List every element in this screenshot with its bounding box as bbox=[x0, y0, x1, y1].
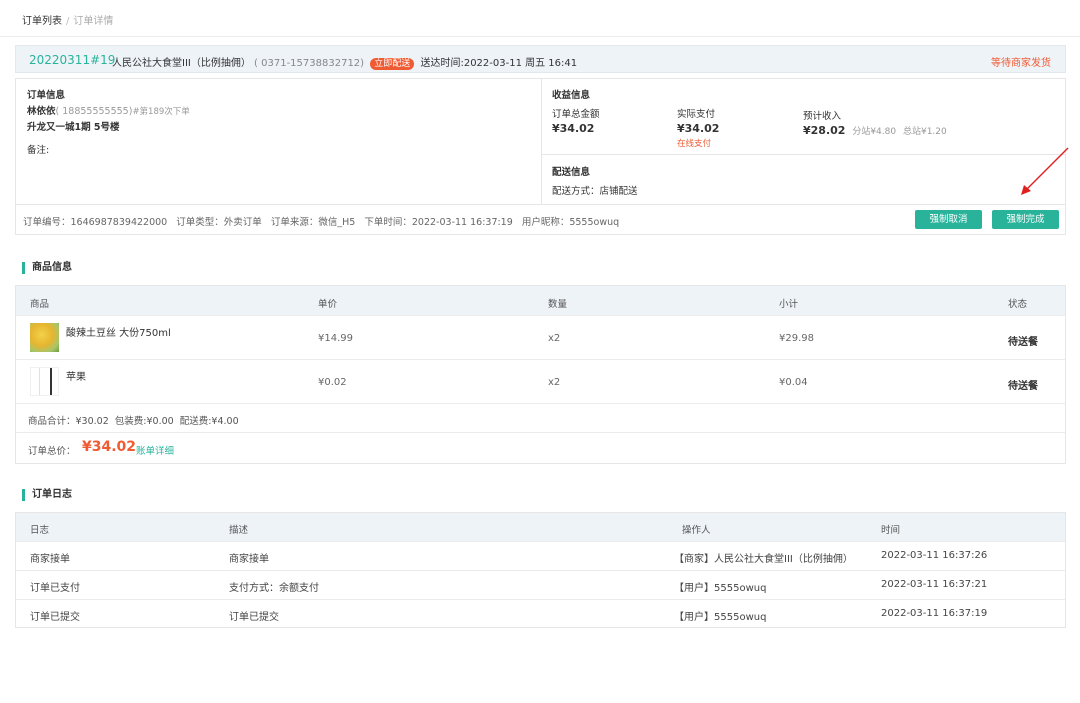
product-qty: x2 bbox=[548, 377, 561, 388]
breadcrumb-separator: / bbox=[66, 16, 70, 27]
log-time: 2022-03-11 16:37:26 bbox=[881, 550, 988, 561]
paid-method: 在线支付 bbox=[677, 139, 712, 149]
product-name: 酸辣土豆丝 大份750ml bbox=[66, 328, 171, 339]
order-source: 订单来源：微信_H5 bbox=[270, 217, 356, 228]
order-header: 20220311#19 人民公社大食堂III（比例抽佣） ( 0371-1573… bbox=[15, 45, 1066, 73]
goods-row: 酸辣土豆丝 大份750ml ¥14.99 x2 ¥29.98 待送餐 bbox=[16, 315, 1065, 359]
log-name: 订单已提交 bbox=[30, 612, 80, 623]
log-row: 商家接单 商家接单 【商家】人民公社大食堂III（比例抽佣） 2022-03-1… bbox=[16, 541, 1065, 570]
col-goods: 商品 bbox=[30, 299, 50, 310]
col-desc: 描述 bbox=[229, 525, 249, 536]
shop-name: 人民公社大食堂III（比例抽佣） bbox=[112, 58, 251, 69]
product-status: 待送餐 bbox=[1008, 381, 1038, 392]
income-panel: 收益信息 订单总金额 ¥34.02 实际支付 ¥34.02 在线支付 预计收入 … bbox=[542, 79, 1065, 155]
paid-label: 实际支付 bbox=[677, 109, 716, 120]
force-complete-button[interactable]: 强制完成 bbox=[992, 210, 1059, 229]
col-operator: 操作人 bbox=[682, 525, 711, 536]
goods-row: 苹果 ¥0.02 x2 ¥0.04 待送餐 bbox=[16, 359, 1065, 403]
expected-income-label: 预计收入 bbox=[803, 111, 842, 122]
remark-label: 备注: bbox=[27, 145, 50, 156]
log-row: 订单已支付 支付方式：余额支付 【用户】5555owuq 2022-03-11 … bbox=[16, 570, 1065, 599]
delivery-time: 送达时间:2022-03-11 周五 16:41 bbox=[420, 58, 578, 69]
log-section-title: 订单日志 bbox=[22, 489, 72, 501]
product-qty: x2 bbox=[548, 333, 561, 344]
paid-value: ¥34.02 bbox=[677, 122, 720, 135]
delivery-title: 配送信息 bbox=[552, 167, 591, 178]
goods-summary: 商品合计：¥30.02 包装费:¥0.00 配送费:¥4.00 bbox=[28, 416, 239, 427]
log-operator: 【用户】5555owuq bbox=[674, 583, 767, 594]
log-name: 订单已支付 bbox=[30, 583, 80, 594]
order-count: #第189次下单 bbox=[132, 107, 190, 117]
breadcrumb-current: 订单详情 bbox=[73, 16, 114, 27]
product-name: 苹果 bbox=[66, 372, 86, 383]
delivery-method: 配送方式：店铺配送 bbox=[552, 186, 638, 197]
order-type: 订单类型：外卖订单 bbox=[176, 217, 262, 228]
log-time: 2022-03-11 16:37:19 bbox=[881, 608, 988, 619]
goods-total-row: 订单总价： ¥34.02 账单详细 bbox=[16, 432, 1065, 463]
delivery-panel: 配送信息 配送方式：店铺配送 bbox=[542, 156, 1065, 204]
user-nickname: 用户昵称：5555owuq bbox=[521, 217, 620, 228]
expected-income-line: ¥28.02 分站¥4.80 总站¥1.20 bbox=[803, 124, 947, 137]
branch-fee: 分站¥4.80 bbox=[852, 127, 897, 137]
log-operator: 【用户】5555owuq bbox=[674, 612, 767, 623]
log-time: 2022-03-11 16:37:21 bbox=[881, 579, 988, 590]
log-operator: 【商家】人民公社大食堂III（比例抽佣） bbox=[674, 554, 853, 565]
col-subtotal: 小计 bbox=[779, 299, 799, 310]
goods-table-header: 商品 单价 数量 小计 状态 bbox=[16, 286, 1065, 315]
delivery-badge: 立即配送 bbox=[370, 58, 415, 70]
bill-detail-link[interactable]: 账单详细 bbox=[136, 443, 174, 457]
goods-summary-row: 商品合计：¥30.02 包装费:¥0.00 配送费:¥4.00 bbox=[16, 403, 1065, 432]
order-total-value: ¥34.02 bbox=[82, 439, 137, 455]
customer-name: 林依依 bbox=[27, 106, 56, 117]
top-divider bbox=[0, 36, 1080, 37]
customer-line: 林依依( 18855555555)#第189次下单 bbox=[27, 103, 190, 117]
annotation-arrow-icon bbox=[1021, 147, 1069, 195]
expected-income-value: ¥28.02 bbox=[803, 124, 846, 137]
product-subtotal: ¥29.98 bbox=[779, 333, 814, 344]
shop-phone: ( 0371-15738832712) bbox=[254, 58, 365, 69]
product-image bbox=[30, 323, 59, 352]
customer-address: 升龙又一城1期 5号楼 bbox=[27, 122, 120, 133]
breadcrumb-order-list[interactable]: 订单列表 bbox=[22, 16, 62, 27]
goods-section-title: 商品信息 bbox=[22, 262, 72, 274]
income-title: 收益信息 bbox=[552, 90, 591, 101]
log-desc: 订单已提交 bbox=[229, 612, 279, 623]
hq-fee: 总站¥1.20 bbox=[902, 127, 947, 137]
order-number: 20220311#19 bbox=[29, 53, 116, 67]
col-qty: 数量 bbox=[548, 299, 568, 310]
col-price: 单价 bbox=[318, 299, 338, 310]
log-desc: 商家接单 bbox=[229, 554, 269, 565]
product-price: ¥0.02 bbox=[318, 377, 347, 388]
order-meta-row: 订单编号：1646987839422000 订单类型：外卖订单 订单来源：微信_… bbox=[16, 204, 1065, 234]
order-info-panel: 订单信息 林依依( 18855555555)#第189次下单 升龙又一城1期 5… bbox=[16, 79, 542, 204]
log-row: 订单已提交 订单已提交 【用户】5555owuq 2022-03-11 16:3… bbox=[16, 599, 1065, 627]
log-name: 商家接单 bbox=[30, 554, 70, 565]
goods-table: 商品 单价 数量 小计 状态 酸辣土豆丝 大份750ml ¥14.99 x2 ¥… bbox=[15, 285, 1066, 464]
order-total-label: 订单总价： bbox=[28, 446, 76, 457]
order-log-table: 日志 描述 操作人 时间 商家接单 商家接单 【商家】人民公社大食堂III（比例… bbox=[15, 512, 1066, 628]
order-status: 等待商家发货 bbox=[991, 58, 1051, 69]
order-shop-line: 人民公社大食堂III（比例抽佣） ( 0371-15738832712) 立即配… bbox=[112, 54, 577, 70]
product-subtotal: ¥0.04 bbox=[779, 377, 808, 388]
total-amount-label: 订单总金额 bbox=[552, 109, 600, 120]
breadcrumb: 订单列表 / 订单详情 bbox=[22, 12, 113, 27]
order-time: 下单时间：2022-03-11 16:37:19 bbox=[364, 217, 513, 228]
total-amount-value: ¥34.02 bbox=[552, 122, 595, 135]
col-time: 时间 bbox=[881, 525, 901, 536]
order-meta-text: 订单编号：1646987839422000 订单类型：外卖订单 订单来源：微信_… bbox=[23, 214, 619, 228]
log-table-header: 日志 描述 操作人 时间 bbox=[16, 513, 1065, 541]
col-log: 日志 bbox=[30, 525, 50, 536]
order-id: 订单编号：1646987839422000 bbox=[23, 217, 168, 228]
product-image bbox=[30, 367, 59, 396]
col-status: 状态 bbox=[1008, 299, 1028, 310]
force-cancel-button[interactable]: 强制取消 bbox=[915, 210, 982, 229]
order-info-box: 订单信息 林依依( 18855555555)#第189次下单 升龙又一城1期 5… bbox=[15, 78, 1066, 235]
product-status: 待送餐 bbox=[1008, 337, 1038, 348]
order-info-title: 订单信息 bbox=[27, 90, 66, 101]
log-desc: 支付方式：余额支付 bbox=[229, 583, 319, 594]
customer-phone: ( 18855555555) bbox=[55, 106, 133, 117]
product-price: ¥14.99 bbox=[318, 333, 353, 344]
